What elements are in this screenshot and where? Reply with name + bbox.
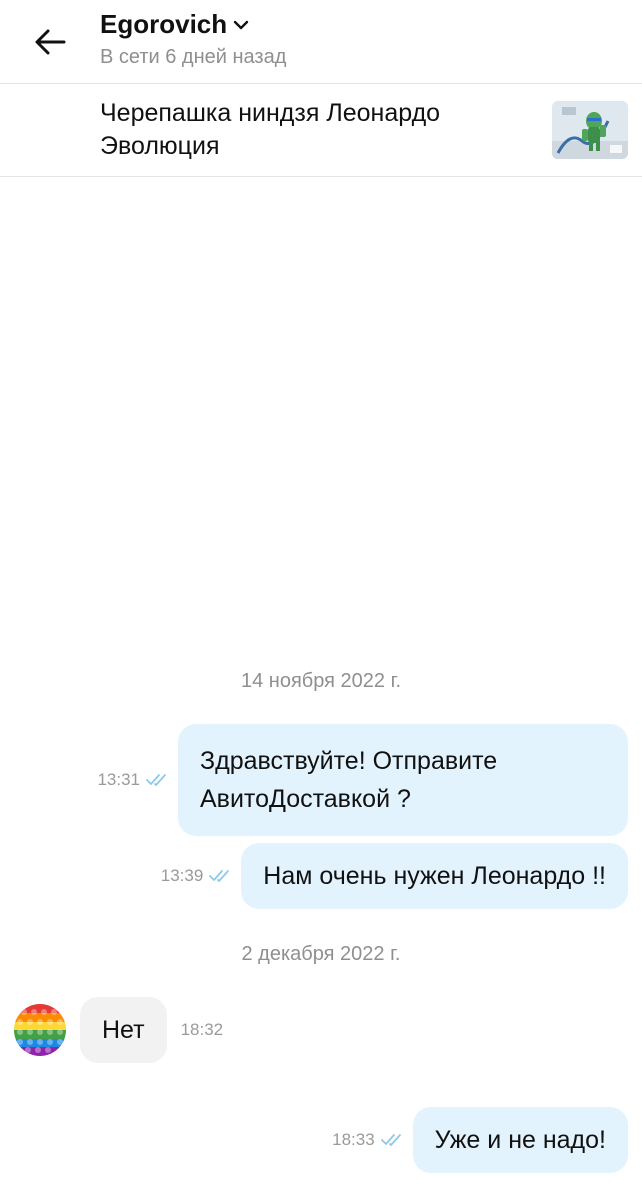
message-time: 13:31 xyxy=(97,770,140,789)
contact-status: В сети 6 дней назад xyxy=(100,46,287,68)
item-banner[interactable]: Черепашка ниндзя Леонардо Эволюция xyxy=(0,85,642,177)
message-outgoing[interactable]: 18:33 Уже и не надо! xyxy=(332,1107,628,1173)
chat-header: Egorovich В сети 6 дней назад xyxy=(0,0,642,84)
double-check-icon xyxy=(146,774,166,786)
message-meta: 18:33 xyxy=(332,1130,405,1150)
date-separator: 14 ноября 2022 г. xyxy=(241,670,401,692)
message-bubble: Нет xyxy=(80,997,167,1063)
date-separator: 2 декабря 2022 г. xyxy=(241,943,401,965)
contact-name: Egorovich xyxy=(100,9,228,39)
message-meta: 13:39 xyxy=(161,866,234,886)
message-bubble: Здравствуйте! Отправите АвитоДоставкой ? xyxy=(178,724,628,836)
message-bubble: Нам очень нужен Леонардо !! xyxy=(241,843,628,909)
message-time: 13:39 xyxy=(160,866,204,885)
message-bubble: Уже и не надо! xyxy=(412,1107,628,1173)
back-button[interactable] xyxy=(26,18,74,66)
chevron-down-icon xyxy=(233,20,249,30)
message-outgoing[interactable]: 13:39 Нам очень нужен Леонардо !! xyxy=(161,843,628,909)
item-title: Черепашка ниндзя Леонардо Эволюция xyxy=(100,99,441,160)
message-time: 18:32 xyxy=(180,1020,224,1039)
message-incoming[interactable]: Нет 18:32 xyxy=(14,997,223,1063)
double-check-icon xyxy=(380,1134,401,1146)
popit-avatar-image xyxy=(14,1004,66,1056)
contact-name-row[interactable]: Egorovich xyxy=(100,8,286,40)
message-outgoing[interactable]: 13:31 Здравствуйте! Отправите АвитоДоста… xyxy=(97,724,628,836)
double-check-icon xyxy=(209,870,230,882)
item-thumbnail[interactable] xyxy=(552,101,628,159)
message-time: 18:33 xyxy=(332,1130,375,1149)
message-meta: 13:31 xyxy=(97,770,170,790)
product-thumbnail-image xyxy=(552,101,628,159)
contact-info[interactable]: Egorovich В сети 6 дней назад xyxy=(100,8,286,70)
rainbow-popit-avatar[interactable] xyxy=(14,1004,66,1056)
arrow-left-icon xyxy=(35,29,66,55)
